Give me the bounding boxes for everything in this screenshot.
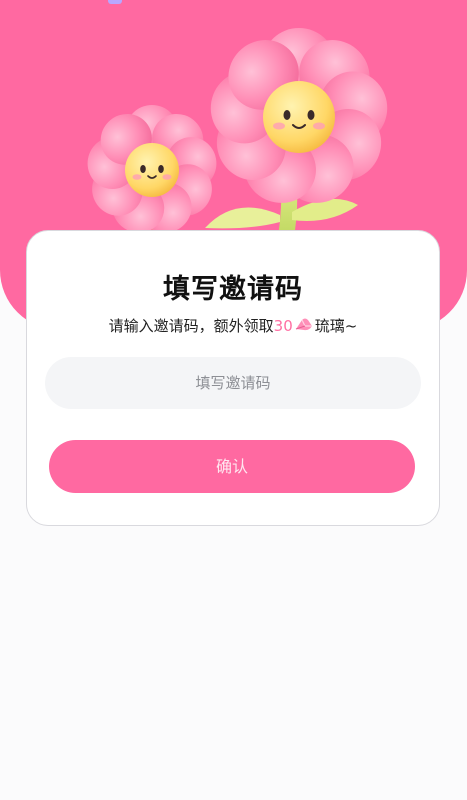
- subtitle-suffix: 琉璃~: [314, 317, 358, 335]
- confirm-button[interactable]: 确认: [49, 440, 415, 493]
- subtitle-prefix: 请输入邀请码，额外领取: [108, 317, 274, 335]
- glass-gem-icon: [294, 317, 314, 333]
- dialog-title: 填写邀请码: [163, 274, 303, 305]
- invite-code-dialog: 填写邀请码 请输入邀请码，额外领取30 琉璃~ 确认: [26, 230, 440, 526]
- invite-code-input[interactable]: [45, 357, 421, 409]
- dialog-subtitle: 请输入邀请码，额外领取30 琉璃~: [27, 315, 439, 336]
- reward-amount: 30: [273, 317, 293, 335]
